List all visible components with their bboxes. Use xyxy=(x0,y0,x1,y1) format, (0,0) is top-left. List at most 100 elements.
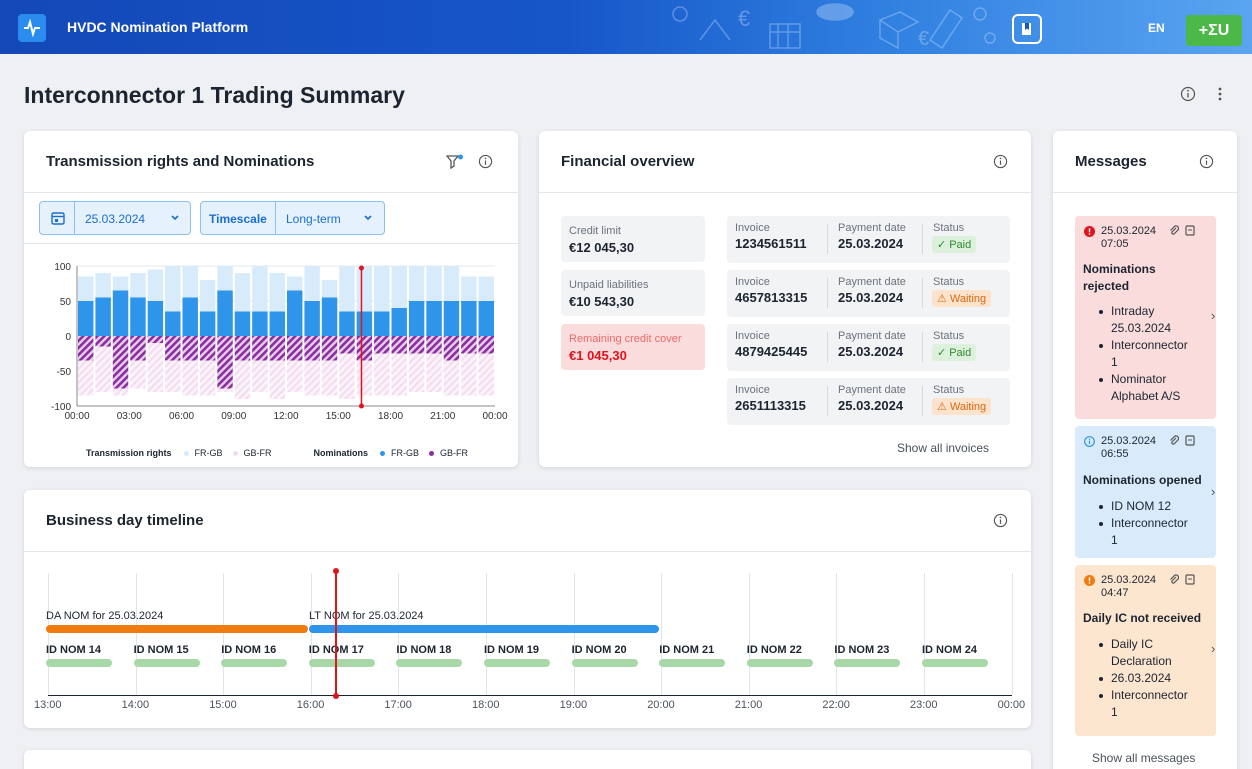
timescale-value: Long-term xyxy=(286,212,341,226)
more-vertical-icon[interactable] xyxy=(1217,86,1223,102)
message-detail-cont: 1 xyxy=(1111,705,1118,719)
warning-icon: ⚠ xyxy=(937,401,947,413)
app-logo[interactable] xyxy=(18,14,46,42)
page-info-icon[interactable] xyxy=(1180,86,1196,102)
nom-fr-gb-bar xyxy=(339,311,355,336)
chart-divider xyxy=(24,243,518,244)
show-all-invoices-link[interactable]: Show all invoices xyxy=(897,441,989,455)
nom-gb-fr-bar xyxy=(391,336,407,354)
legend-dot-tr-gb-fr xyxy=(232,450,238,456)
status-label: Status xyxy=(933,384,965,396)
id-nom-bar[interactable] xyxy=(834,659,901,667)
id-nom-bar[interactable] xyxy=(133,659,200,667)
id-nom-bar[interactable] xyxy=(221,659,288,667)
id-nom-bar[interactable] xyxy=(571,659,638,667)
timeline-info-icon[interactable] xyxy=(993,513,1008,528)
date-picker[interactable]: 25.03.2024 xyxy=(39,201,191,235)
id-nom-bar[interactable] xyxy=(308,659,375,667)
timeline-tick: 14:00 xyxy=(121,699,150,711)
timeline-axis xyxy=(48,695,1012,696)
message-item[interactable]: 25.03.2024 06:55 Nominations opened ID NO… xyxy=(1075,426,1216,558)
nom-fr-gb-bar xyxy=(408,301,425,336)
message-item[interactable]: 25.03.2024 04:47 Daily IC not received Da… xyxy=(1075,565,1216,736)
payment-date: 25.03.2024 xyxy=(838,236,904,251)
invoice-separator xyxy=(827,224,828,254)
lt-nom-bar[interactable] xyxy=(309,625,659,633)
current-time-dot xyxy=(358,403,364,409)
y-tick-label: 50 xyxy=(60,297,72,308)
nom-gb-fr-bar xyxy=(78,336,94,361)
id-nom-bar[interactable] xyxy=(659,659,726,667)
nom-gb-fr-bar xyxy=(356,336,373,361)
timeline-tick: 13:00 xyxy=(34,699,62,711)
language-selector[interactable]: EN xyxy=(1148,21,1165,35)
invoice-row[interactable]: Invoice 4657813315 Payment date 25.03.2024 S… xyxy=(727,270,1010,317)
nom-gb-fr-bar xyxy=(287,336,303,361)
financial-divider xyxy=(539,192,1031,193)
messages-info-icon[interactable] xyxy=(1199,154,1214,169)
timeline-gridline xyxy=(398,573,400,695)
timeline-gridline xyxy=(661,573,663,695)
nom-gb-fr-bar xyxy=(112,336,129,389)
credit-limit-box: Credit limit €12 045,30 xyxy=(561,216,705,262)
id-nom-label: ID NOM 24 xyxy=(922,644,978,656)
message-date: 25.03.2024 06:55 xyxy=(1101,435,1157,460)
message-date: 25.03.2024 04:47 xyxy=(1101,574,1157,599)
warning-circle-icon xyxy=(1084,575,1095,586)
financial-title: Financial overview xyxy=(561,153,695,170)
da-nom-bar[interactable] xyxy=(46,625,308,633)
financial-info-icon[interactable] xyxy=(993,154,1008,169)
invoice-row[interactable]: Invoice 2651113315 Payment date 25.03.2024 S… xyxy=(727,378,1010,425)
timeline-tick: 00:00 xyxy=(997,699,1026,711)
invoice-number: 1234561511 xyxy=(735,236,807,251)
transmission-info-icon[interactable] xyxy=(478,154,493,169)
invoice-row[interactable]: Invoice 4879425445 Payment date 25.03.2024 S… xyxy=(727,324,1010,371)
id-nom-label: ID NOM 21 xyxy=(659,644,715,656)
x-tick-label: 09:00 xyxy=(221,411,246,422)
attachment-icon xyxy=(1170,435,1179,445)
id-nom-bar[interactable] xyxy=(46,659,112,667)
timeline-gridline xyxy=(748,573,750,695)
credit-limit-label: Credit limit xyxy=(569,225,621,237)
book-icon xyxy=(1022,23,1031,35)
invoice-separator xyxy=(827,278,828,308)
message-item[interactable]: 25.03.2024 07:05 Nominations rejected Intr… xyxy=(1075,216,1216,419)
message-title: Nominations opened xyxy=(1083,473,1202,487)
tr-gb-fr-bar xyxy=(147,336,164,392)
page-title: Interconnector 1 Trading Summary xyxy=(24,82,405,108)
help-book-button[interactable] xyxy=(1012,14,1042,44)
filter-icon[interactable] xyxy=(446,154,464,170)
id-nom-label: ID NOM 16 xyxy=(221,644,277,656)
nom-fr-gb-bar xyxy=(391,308,407,336)
timeline-gridline xyxy=(310,573,312,695)
lt-nom-label: LT NOM for 25.03.2024 xyxy=(309,610,424,622)
invoice-row[interactable]: Invoice 1234561511 Payment date 25.03.2024 S… xyxy=(727,216,1010,263)
id-nom-bar[interactable] xyxy=(484,659,550,667)
id-nom-bar[interactable] xyxy=(396,659,463,667)
payment-date: 25.03.2024 xyxy=(838,398,904,413)
header-doodle-illustration: € € xyxy=(672,3,996,50)
status-text: Paid xyxy=(949,238,972,251)
nom-gb-fr-bar xyxy=(165,336,181,361)
timeline-tick: 18:00 xyxy=(472,699,500,711)
show-all-messages-link[interactable]: Show all messages xyxy=(1092,751,1195,765)
brand-button[interactable]: +ΣU xyxy=(1186,15,1242,46)
status-label: Status xyxy=(933,276,965,288)
timeline-tick: 23:00 xyxy=(910,699,938,711)
message-details: ID NOM 12 Interconnector 1 xyxy=(1099,498,1188,549)
id-nom-bar[interactable] xyxy=(746,659,813,667)
svg-text:€: € xyxy=(918,28,929,50)
nom-gb-fr-bar xyxy=(304,336,320,361)
invoice-separator xyxy=(922,224,923,254)
nom-gb-fr-bar xyxy=(147,336,164,343)
top-bar: HVDC Nomination Platform € € EN +ΣU xyxy=(0,0,1252,54)
status-label: Status xyxy=(933,330,965,342)
document-icon xyxy=(1185,574,1195,585)
nom-fr-gb-bar xyxy=(269,311,285,336)
timescale-select[interactable]: Timescale Long-term xyxy=(200,201,385,235)
current-time-line xyxy=(335,571,337,697)
nom-gb-fr-bar xyxy=(339,336,355,354)
nom-gb-fr-bar xyxy=(443,336,460,361)
id-nom-bar[interactable] xyxy=(922,659,988,667)
payment-date-label: Payment date xyxy=(838,276,906,288)
